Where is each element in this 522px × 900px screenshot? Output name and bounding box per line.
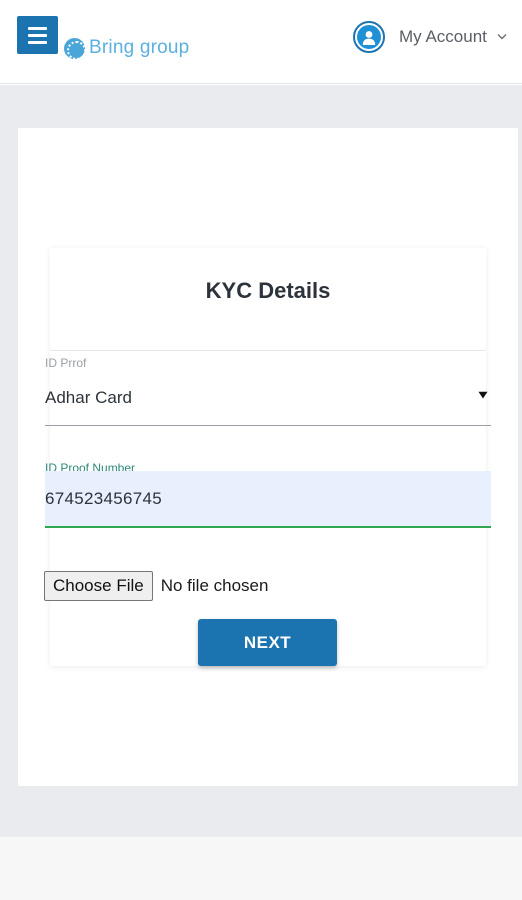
page-footer-area [0,837,522,900]
id-proof-number-value: 674523456745 [45,489,163,508]
menu-bar-icon [28,40,47,44]
chevron-down-icon [497,33,507,39]
id-proof-label: ID Prrof [45,356,87,370]
account-label: My Account [399,27,487,46]
user-avatar-icon [353,21,385,53]
hamburger-menu-button[interactable] [17,16,58,54]
menu-bar-icon [28,33,47,37]
app-header: Bring group My Account [0,0,522,84]
kyc-form-panel [50,248,486,666]
title-divider [50,350,486,351]
dropdown-arrow-icon [478,391,488,399]
choose-file-button[interactable]: Choose File [44,571,153,601]
my-account-menu[interactable]: My Account [353,21,507,53]
id-proof-selected-value: Adhar Card [45,388,132,407]
file-status-text: No file chosen [160,576,269,595]
file-upload-field: Choose File No file chosen [44,571,268,601]
id-proof-number-input[interactable]: 674523456745 [45,471,491,528]
form-title: KYC Details [205,278,331,303]
brand-logo-icon [64,37,85,59]
user-silhouette-icon [362,30,376,45]
id-proof-select[interactable]: Adhar Card [45,376,491,426]
brand-name: Bring group [89,37,190,58]
brand-logo-link[interactable]: Bring group [64,36,189,60]
next-button[interactable]: NEXT [198,619,337,666]
menu-bar-icon [28,26,47,30]
